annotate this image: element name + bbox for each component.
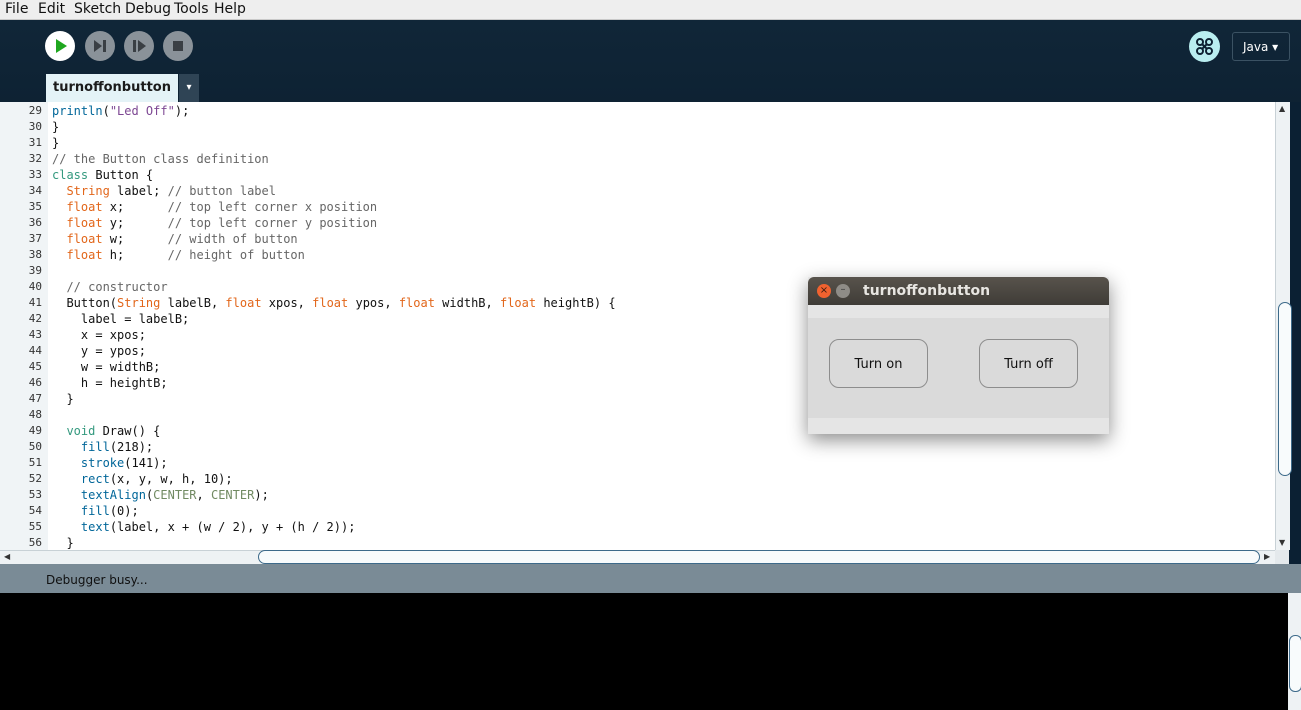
line-number: 30 bbox=[28, 120, 42, 133]
code-line[interactable]: // the Button class definition bbox=[52, 151, 269, 167]
line-number: 44 bbox=[28, 344, 42, 357]
line-number: 49 bbox=[28, 424, 42, 437]
code-line[interactable]: float x; // top left corner x position bbox=[52, 199, 377, 215]
code-line[interactable]: Button(String labelB, float xpos, float … bbox=[52, 295, 615, 311]
line-number: 43 bbox=[28, 328, 42, 341]
line-number: 42 bbox=[28, 312, 42, 325]
line-number: 40 bbox=[28, 280, 42, 293]
console-area[interactable] bbox=[0, 593, 1288, 710]
step-icon bbox=[94, 40, 106, 52]
code-line[interactable]: textAlign(CENTER, CENTER); bbox=[52, 487, 269, 503]
run-button[interactable] bbox=[45, 31, 75, 61]
code-line[interactable]: void Draw() { bbox=[52, 423, 160, 439]
line-number: 47 bbox=[28, 392, 42, 405]
scroll-up-icon[interactable]: ▲ bbox=[1279, 104, 1285, 113]
code-line[interactable]: } bbox=[52, 119, 59, 135]
line-number: 54 bbox=[28, 504, 42, 517]
scroll-right-icon[interactable]: ▶ bbox=[1264, 552, 1270, 561]
debugger-icon[interactable] bbox=[1189, 31, 1220, 62]
sketch-window: × – turnoffonbutton Turn on Turn off bbox=[808, 277, 1109, 434]
scroll-down-icon[interactable]: ▼ bbox=[1279, 538, 1285, 547]
line-number: 39 bbox=[28, 264, 42, 277]
code-line[interactable]: println("Led Off"); bbox=[52, 103, 189, 119]
code-line[interactable]: String label; // button label bbox=[52, 183, 276, 199]
code-line[interactable]: } bbox=[52, 535, 73, 550]
status-text: Debugger busy... bbox=[46, 573, 148, 587]
code-line[interactable]: h = heightB; bbox=[52, 375, 168, 391]
line-number: 50 bbox=[28, 440, 42, 453]
continue-button[interactable] bbox=[124, 31, 154, 61]
code-line[interactable]: y = ypos; bbox=[52, 343, 146, 359]
stop-icon bbox=[173, 41, 183, 51]
code-line[interactable]: } bbox=[52, 135, 59, 151]
line-number: 37 bbox=[28, 232, 42, 245]
line-number: 45 bbox=[28, 360, 42, 373]
scroll-corner bbox=[1275, 550, 1289, 564]
code-line[interactable]: label = labelB; bbox=[52, 311, 189, 327]
line-number: 46 bbox=[28, 376, 42, 389]
line-number: 38 bbox=[28, 248, 42, 261]
tab-sketch[interactable]: turnoffonbutton bbox=[46, 74, 178, 102]
code-line[interactable]: float h; // height of button bbox=[52, 247, 304, 263]
code-line[interactable]: float w; // width of button bbox=[52, 231, 297, 247]
code-line[interactable]: fill(218); bbox=[52, 439, 153, 455]
code-line[interactable]: } bbox=[52, 391, 73, 407]
stop-button[interactable] bbox=[163, 31, 193, 61]
minimize-icon[interactable]: – bbox=[836, 284, 850, 298]
editor-horizontal-scroll-thumb[interactable] bbox=[258, 550, 1260, 564]
turn-on-button[interactable]: Turn on bbox=[829, 339, 928, 388]
line-number: 52 bbox=[28, 472, 42, 485]
menu-bar: File Edit Sketch Debug Tools Help bbox=[0, 0, 1301, 20]
line-number: 48 bbox=[28, 408, 42, 421]
menu-edit[interactable]: Edit bbox=[38, 0, 65, 18]
status-bar: Debugger busy... bbox=[0, 564, 1301, 593]
line-number: 41 bbox=[28, 296, 42, 309]
line-number: 31 bbox=[28, 136, 42, 149]
line-number: 33 bbox=[28, 168, 42, 181]
menu-help[interactable]: Help bbox=[214, 0, 246, 18]
play-icon bbox=[56, 39, 67, 53]
code-line[interactable]: fill(0); bbox=[52, 503, 139, 519]
sketch-window-title: turnoffonbutton bbox=[863, 283, 991, 299]
scroll-left-icon[interactable]: ◀ bbox=[4, 552, 10, 561]
debugger-glyph bbox=[1196, 38, 1213, 55]
code-line[interactable]: text(label, x + (w / 2), y + (h / 2)); bbox=[52, 519, 356, 535]
close-icon[interactable]: × bbox=[817, 284, 831, 298]
step-button[interactable] bbox=[85, 31, 115, 61]
line-number: 35 bbox=[28, 200, 42, 213]
mode-selector[interactable]: Java ▾ bbox=[1232, 32, 1290, 61]
continue-icon bbox=[133, 40, 146, 52]
code-line[interactable]: rect(x, y, w, h, 10); bbox=[52, 471, 233, 487]
line-number: 56 bbox=[28, 536, 42, 549]
menu-debug[interactable]: Debug bbox=[125, 0, 171, 18]
line-number: 55 bbox=[28, 520, 42, 533]
tab-menu-button[interactable]: ▾ bbox=[179, 74, 199, 102]
line-number: 53 bbox=[28, 488, 42, 501]
code-line[interactable]: // constructor bbox=[52, 279, 167, 295]
menu-file[interactable]: File bbox=[5, 0, 28, 18]
menu-sketch[interactable]: Sketch bbox=[74, 0, 121, 18]
line-number: 29 bbox=[28, 104, 42, 117]
code-line[interactable]: stroke(141); bbox=[52, 455, 168, 471]
editor-vertical-scroll-thumb[interactable] bbox=[1278, 302, 1292, 476]
line-number: 32 bbox=[28, 152, 42, 165]
console-scroll-thumb[interactable] bbox=[1289, 635, 1301, 692]
menu-tools[interactable]: Tools bbox=[174, 0, 209, 18]
code-line[interactable]: float y; // top left corner y position bbox=[52, 215, 377, 231]
code-line[interactable]: class Button { bbox=[52, 167, 153, 183]
line-number: 34 bbox=[28, 184, 42, 197]
code-line[interactable]: w = widthB; bbox=[52, 359, 160, 375]
code-line[interactable]: x = xpos; bbox=[52, 327, 146, 343]
line-number: 51 bbox=[28, 456, 42, 469]
turn-off-button[interactable]: Turn off bbox=[979, 339, 1078, 388]
line-number: 36 bbox=[28, 216, 42, 229]
sketch-window-titlebar[interactable]: × – turnoffonbutton bbox=[808, 277, 1109, 305]
